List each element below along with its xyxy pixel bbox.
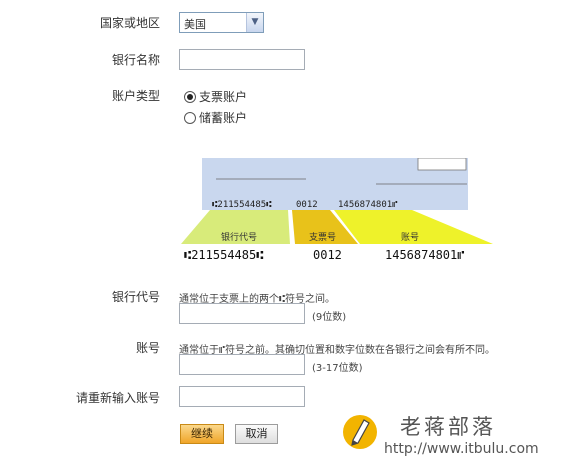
radio-savings-button[interactable] (184, 111, 196, 124)
account-type-label: 账户类型 (111, 89, 160, 103)
check-field-box (417, 157, 467, 171)
micr-large-check: 0012 (313, 248, 342, 262)
account-label: 账号 (135, 341, 160, 355)
radio-checking[interactable]: 支票账户 (184, 88, 247, 105)
routing-suffix: (9位数) (312, 312, 347, 323)
account-input[interactable] (179, 354, 305, 375)
pencil-icon (343, 415, 377, 449)
watermark-title: 老蒋部落 (400, 415, 496, 439)
micr-small-account: 1456874801⑈ (338, 200, 398, 210)
routing-label: 银行代号 (111, 290, 160, 304)
chevron-down-icon[interactable]: ▼ (246, 13, 263, 32)
bank-name-input[interactable] (179, 49, 305, 70)
account-confirm-input[interactable] (179, 386, 305, 407)
tab-account-label: 账号 (401, 232, 419, 243)
country-label: 国家或地区 (99, 16, 160, 30)
continue-button[interactable]: 继续 (180, 424, 224, 444)
micr-large-account: 1456874801⑈ (385, 248, 464, 262)
radio-checking-label: 支票账户 (199, 90, 248, 104)
micr-large-routing: ⑆211554485⑆ (184, 248, 263, 262)
radio-checking-button[interactable] (184, 90, 196, 103)
account-suffix: (3-17位数) (312, 363, 363, 374)
radio-savings-label: 储蓄账户 (199, 111, 248, 125)
check-diagram: ⑆211554485⑆ 0012 1456874801⑈ 银行代号 支票号 账号… (180, 157, 496, 268)
tab-routing-label: 银行代号 (221, 231, 257, 243)
micr-small-check: 0012 (296, 200, 318, 210)
check-diagram-graphic: ⑆211554485⑆ 0012 1456874801⑈ 银行代号 支票号 账号… (181, 157, 493, 262)
routing-input[interactable] (179, 303, 305, 324)
bank-name-label: 银行名称 (111, 53, 160, 67)
watermark-graphic: 老蒋部落 http://www.itbulu.com (343, 415, 539, 457)
account-confirm-label: 请重新输入账号 (75, 391, 160, 405)
micr-small-routing: ⑆211554485⑆ (212, 200, 272, 210)
watermark: 老蒋部落 http://www.itbulu.com (340, 410, 560, 457)
watermark-url: http://www.itbulu.com (384, 441, 539, 456)
tab-check-label: 支票号 (309, 231, 336, 243)
country-select-value: 美国 (184, 18, 206, 31)
radio-savings[interactable]: 储蓄账户 (184, 109, 247, 126)
cancel-button[interactable]: 取消 (235, 424, 278, 444)
country-select[interactable]: 美国 ▼ (179, 12, 264, 33)
